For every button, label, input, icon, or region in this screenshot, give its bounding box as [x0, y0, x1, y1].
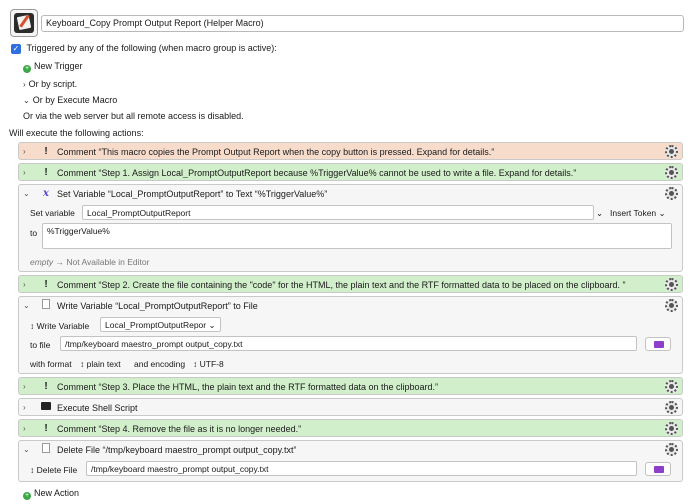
disclosure-right-icon[interactable]: ›	[23, 424, 33, 433]
action-write-variable[interactable]: ⌄ Write Variable “Local_PromptOutputRepo…	[18, 296, 683, 374]
trigger-row: ✓ Triggered by any of the following (whe…	[11, 43, 277, 54]
disclosure-down-icon[interactable]: ⌄	[23, 445, 33, 454]
exclamation-icon: !	[44, 423, 48, 434]
action-comment-5[interactable]: › ! Comment “Step 4. Remove the file as …	[18, 419, 683, 437]
will-execute-label: Will execute the following actions:	[9, 128, 144, 138]
disclosure-down-icon[interactable]: ⌄	[23, 301, 33, 310]
chevron-down-icon: ⌄	[23, 96, 30, 105]
web-server-note: Or via the web server but all remote acc…	[23, 111, 244, 121]
gear-icon[interactable]	[665, 380, 678, 393]
encoding-label: and encoding	[134, 359, 186, 369]
new-action-label: New Action	[34, 488, 80, 498]
gear-icon[interactable]	[665, 166, 678, 179]
disclosure-right-icon[interactable]: ›	[23, 280, 33, 289]
gear-icon[interactable]	[665, 422, 678, 435]
action-title: Delete File “/tmp/keyboard maestro_promp…	[57, 444, 297, 455]
action-title: Comment “Step 4. Remove the file as it i…	[57, 423, 302, 434]
encoding-popup[interactable]: ↕ UTF-8	[193, 359, 224, 369]
file-path-field[interactable]: /tmp/keyboard maestro_prompt output_copy…	[60, 336, 637, 351]
file-path-field[interactable]: /tmp/keyboard maestro_prompt output_copy…	[86, 461, 637, 476]
gear-icon[interactable]	[665, 145, 678, 158]
action-comment-3[interactable]: › ! Comment “Step 2. Create the file con…	[18, 275, 683, 293]
action-comment-1[interactable]: › ! Comment “This macro copies the Promp…	[18, 142, 683, 160]
format-popup[interactable]: ↕ plain text	[80, 359, 121, 369]
gear-icon[interactable]	[665, 401, 678, 414]
gear-icon[interactable]	[665, 278, 678, 291]
or-by-execute-macro-label: Or by Execute Macro	[32, 95, 118, 105]
variable-x-icon: x	[43, 188, 49, 199]
set-variable-label: Set variable	[30, 208, 75, 218]
plus-icon: +	[23, 492, 31, 500]
document-icon	[39, 299, 53, 312]
folder-icon[interactable]	[645, 462, 671, 476]
arrow-right-icon: →	[55, 257, 65, 267]
preview-note: Not Available in Editor	[66, 257, 150, 267]
plus-icon: +	[23, 65, 31, 73]
gear-icon[interactable]	[665, 443, 678, 456]
or-by-script-label: Or by script.	[28, 79, 78, 89]
field-menu-chevron-icon[interactable]: ⌄	[596, 208, 603, 219]
or-by-script-disclosure[interactable]: › Or by script.	[23, 79, 77, 89]
delete-file-popup[interactable]: ↕ Delete File	[30, 465, 77, 475]
empty-label: empty	[30, 257, 54, 267]
action-title: Comment “Step 1. Assign Local_PromptOutp…	[57, 167, 577, 178]
terminal-icon	[39, 402, 53, 413]
action-title: Execute Shell Script	[57, 402, 138, 413]
disclosure-down-icon[interactable]: ⌄	[23, 189, 33, 198]
macro-icon[interactable]	[10, 9, 38, 37]
disclosure-right-icon[interactable]: ›	[23, 403, 33, 412]
action-comment-4[interactable]: › ! Comment “Step 3. Place the HTML, the…	[18, 377, 683, 395]
text-value-field[interactable]: %TriggerValue%	[42, 223, 672, 249]
action-delete-file[interactable]: ⌄ Delete File “/tmp/keyboard maestro_pro…	[18, 440, 683, 482]
write-variable-popup[interactable]: ↕ Write Variable	[30, 321, 89, 331]
action-comment-2[interactable]: › ! Comment “Step 1. Assign Local_Prompt…	[18, 163, 683, 181]
action-title: Set Variable “Local_PromptOutputReport” …	[57, 188, 328, 199]
exclamation-icon: !	[44, 167, 48, 178]
action-title: Comment “This macro copies the Prompt Ou…	[57, 146, 495, 157]
variable-name-field[interactable]: Local_PromptOutputReport	[82, 205, 594, 220]
new-trigger-label: New Trigger	[34, 61, 83, 71]
new-trigger-button[interactable]: + New Trigger	[23, 61, 83, 73]
chevron-right-icon: ›	[23, 80, 26, 89]
gear-icon[interactable]	[665, 187, 678, 200]
trigger-checkbox-label: Triggered by any of the following (when …	[26, 43, 277, 53]
gear-icon[interactable]	[665, 299, 678, 312]
exclamation-icon: !	[44, 146, 48, 157]
folder-icon[interactable]	[645, 337, 671, 351]
empty-preview: empty → Not Available in Editor	[30, 257, 149, 267]
with-format-label: with format	[30, 359, 72, 369]
macro-title-field[interactable]: Keyboard_Copy Prompt Output Report (Help…	[41, 15, 684, 32]
to-label: to	[30, 228, 38, 238]
new-action-button[interactable]: + New Action	[23, 488, 79, 500]
variable-popup[interactable]: Local_PromptOutputRepor ⌄	[100, 317, 221, 332]
trigger-checkbox[interactable]: ✓	[11, 44, 21, 54]
exclamation-icon: !	[44, 381, 48, 392]
document-icon	[39, 443, 53, 456]
to-file-label: to file	[30, 340, 51, 350]
action-title: Comment “Step 3. Place the HTML, the pla…	[57, 381, 439, 392]
insert-token-menu[interactable]: Insert Token ⌄	[610, 208, 666, 219]
action-title: Write Variable “Local_PromptOutputReport…	[57, 300, 258, 311]
action-title: Comment “Step 2. Create the file contain…	[57, 279, 626, 290]
disclosure-right-icon[interactable]: ›	[23, 382, 33, 391]
exclamation-icon: !	[44, 279, 48, 290]
or-by-execute-macro-disclosure[interactable]: ⌄ Or by Execute Macro	[23, 95, 117, 105]
disclosure-right-icon[interactable]: ›	[23, 147, 33, 156]
action-shell-script[interactable]: › Execute Shell Script	[18, 398, 683, 416]
disclosure-right-icon[interactable]: ›	[23, 168, 33, 177]
action-set-variable[interactable]: ⌄ x Set Variable “Local_PromptOutputRepo…	[18, 184, 683, 272]
